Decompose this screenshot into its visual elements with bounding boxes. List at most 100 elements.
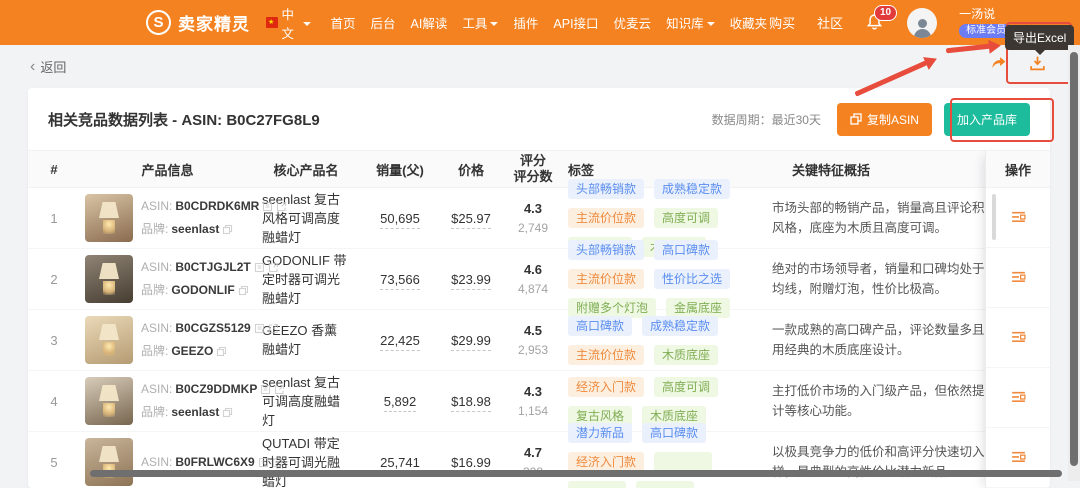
brand-value[interactable]: GODONLIF [171,283,234,298]
note-icon[interactable] [258,457,269,468]
header-product-info: 产品信息 [80,160,250,179]
row-index: 3 [28,333,80,348]
chevron-down-icon [303,22,311,26]
header-tags: 标签 [562,160,762,179]
asin-value[interactable]: B0FRLWC6X9 [175,455,254,470]
feature-summary-line1: 主打低价市场的入门级产品，但依然提供了高度可调和 [772,381,992,401]
header-operation: 操作 [986,150,1050,188]
external-link-icon[interactable] [274,384,285,395]
product-tag: 高度可调 [654,377,718,397]
note-icon[interactable] [254,323,265,334]
nav-buy[interactable]: 购买 [769,13,795,32]
row-index: 2 [28,272,80,287]
traffic-detail-icon[interactable] [1010,209,1027,226]
reviews-count: 2,749 [504,220,562,236]
product-image[interactable] [85,316,133,364]
traffic-detail-icon[interactable] [1010,449,1027,466]
brand-value[interactable]: GEEZO [171,344,213,359]
nav-item[interactable]: 首页 [329,9,358,36]
asin-value[interactable]: B0CZ9DDMKP [175,382,257,397]
header-rating: 评分 评分数 [504,153,562,185]
product-image[interactable] [85,377,133,425]
row-index: 1 [28,211,80,226]
price-value[interactable]: $23.99 [451,272,491,290]
sales-value[interactable]: 22,425 [380,333,420,351]
asin-label: ASIN: [141,455,172,470]
external-link-icon[interactable] [268,323,279,334]
copy-asin-button[interactable]: 复制ASIN [837,103,932,136]
brand[interactable]: S 卖家精灵 [146,10,250,35]
rating-value: 4.3 [504,384,562,400]
asin-label: ASIN: [141,260,172,275]
feature-summary-line1: 一款成熟的高口碑产品，评论数量多且评分高。价格主 [772,320,992,340]
sales-value[interactable]: 73,566 [380,272,420,290]
nav-item[interactable]: 插件 [511,9,540,36]
product-tag [654,452,712,472]
notification-bell[interactable]: 10 [865,13,885,33]
horizontal-scrollbar-thumb[interactable] [90,470,1062,477]
product-tag: 经济入门款 [568,377,644,397]
nav-item[interactable]: 知识库 [664,9,717,36]
asin-value[interactable]: B0CDRDK6MR [175,199,259,214]
nav-item[interactable]: API接口 [551,9,600,36]
nav-item-label: 首页 [331,13,356,32]
nav-item[interactable]: 优麦云 [612,9,654,36]
row-operation-cell [986,248,1050,308]
price-value[interactable]: $25.97 [451,211,491,229]
brand-label: 品牌: [141,344,168,359]
nav-item[interactable]: 工具 [460,9,500,36]
price-value[interactable]: $18.98 [451,394,491,412]
external-link-icon[interactable] [268,262,279,273]
nav-item[interactable]: AI解读 [409,9,450,36]
brand-value[interactable]: seenlast [171,405,219,420]
product-image[interactable] [85,255,133,303]
note-icon[interactable] [260,384,271,395]
vertical-scrollbar-thumb[interactable] [1070,52,1078,466]
copy-icon[interactable] [216,346,227,357]
avatar[interactable] [907,8,937,38]
asin-label: ASIN: [141,199,172,214]
product-tag: 潜力新品 [568,423,632,443]
product-tag: 头部畅销款 [568,179,644,199]
add-to-library-button[interactable]: 加入产品库 [944,103,1030,136]
share-icon[interactable] [990,55,1007,72]
data-period-label: 数据周期：最近30天 [712,111,821,128]
row-operation-cell [986,308,1050,368]
nav-item[interactable]: 收藏夹 [728,9,770,36]
back-link[interactable]: ‹ 返回 [30,57,66,76]
product-image[interactable] [85,194,133,242]
export-download-icon[interactable] [1029,55,1046,72]
copy-icon[interactable] [222,224,233,235]
note-icon[interactable] [254,262,265,273]
inner-scrollbar-thumb[interactable] [992,194,996,240]
asin-value[interactable]: B0CGZS5129 [175,321,250,336]
avatar-body-shape [914,29,931,38]
chevron-left-icon: ‹ [30,60,35,73]
reviews-count: 2,953 [504,342,562,358]
page-title: 相关竞品数据列表 - ASIN: B0C27FG8L9 [48,109,320,130]
rating-value: 4.7 [504,445,562,461]
price-value[interactable]: $29.99 [451,333,491,351]
nav-community[interactable]: 社区 [817,13,843,32]
external-link-icon[interactable] [276,201,287,212]
product-tag: 成熟稳定款 [654,179,730,199]
brand-value[interactable]: seenlast [171,222,219,237]
traffic-detail-icon[interactable] [1010,269,1027,286]
sales-value[interactable]: 5,892 [384,394,417,412]
table-row: 5 ASIN:B0FRLWC6X9 品牌: [28,432,1050,488]
traffic-detail-icon[interactable] [1010,389,1027,406]
product-image[interactable] [85,438,133,486]
traffic-detail-icon[interactable] [1010,329,1027,346]
sales-value[interactable]: 50,695 [380,211,420,229]
nav-item-label: API接口 [553,13,598,32]
copy-icon[interactable] [222,407,233,418]
copy-icon[interactable] [238,285,249,296]
nav-item-label: 收藏夹 [730,13,768,32]
product-tag: 木质底座 [654,345,718,365]
feature-summary-line2: 均线，附赠灯泡，性价比极高。 [772,279,992,299]
nav-item[interactable]: 后台 [369,9,398,36]
asin-value[interactable]: B0CTJGJL2T [175,260,250,275]
external-link-icon[interactable] [272,457,283,468]
note-icon[interactable] [262,201,273,212]
language-selector[interactable]: ★ 中文 [266,4,311,42]
